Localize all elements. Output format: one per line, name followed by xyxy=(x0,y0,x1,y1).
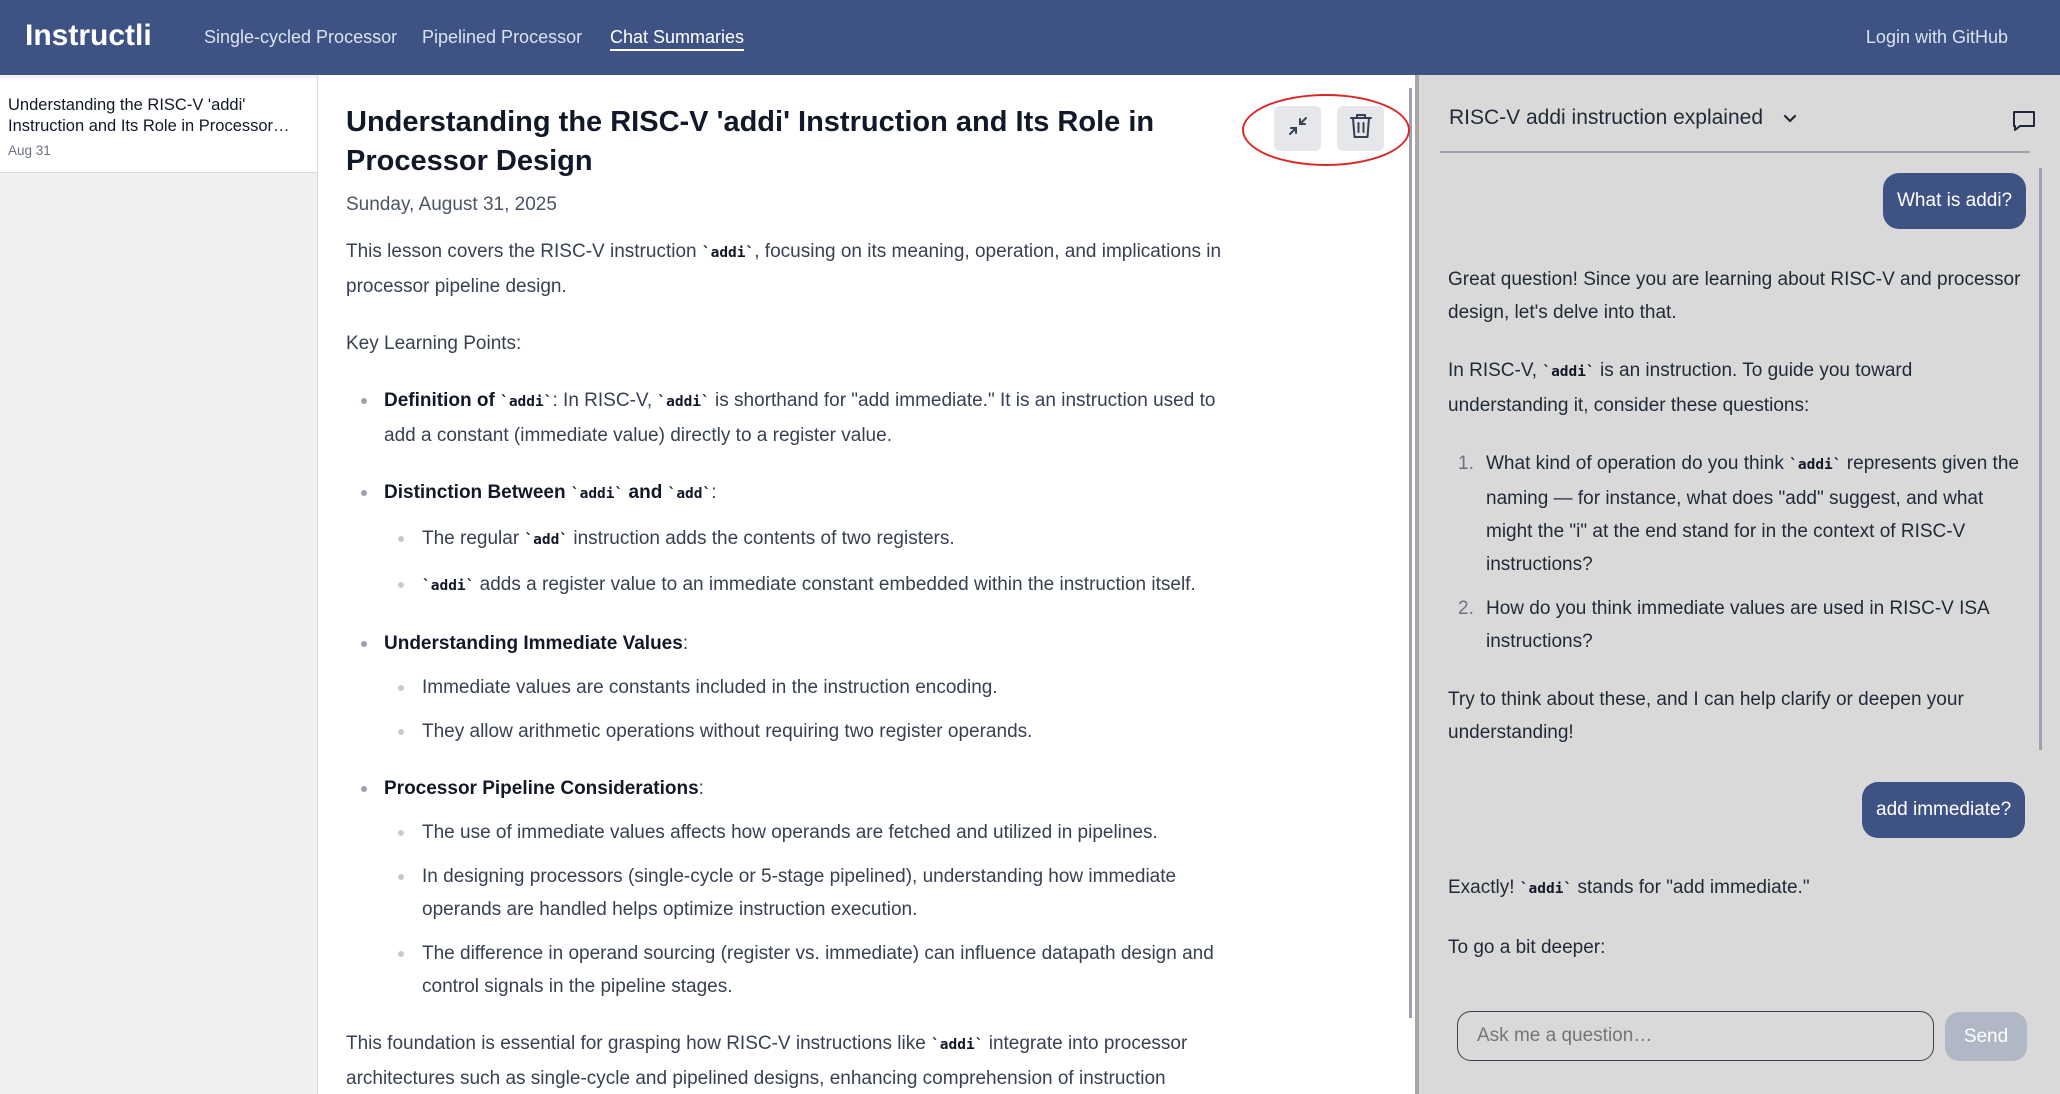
sidebar-summary-item[interactable]: Understanding the RISC-V 'addi' Instruct… xyxy=(0,78,317,173)
list-item: 1. What kind of operation do you think `a… xyxy=(1458,453,2019,575)
list-item: Definition of `addi`: In RISC-V, `addi` … xyxy=(346,384,1236,452)
assistant-message: Great question! Since you are learning a… xyxy=(1448,263,2033,774)
login-github-link[interactable]: Login with GitHub xyxy=(1866,27,2008,48)
list-item: In designing processors (single-cycle or… xyxy=(384,860,1236,926)
highlight-ring xyxy=(1242,94,1410,166)
list-item: The use of immediate values affects how … xyxy=(384,816,1236,849)
chat-title-dropdown[interactable]: RISC-V addi instruction explained xyxy=(1449,106,1763,130)
question-list: 1. What kind of operation do you think `a… xyxy=(1448,447,2033,658)
user-message: add immediate? xyxy=(1862,782,2026,838)
brand-logo[interactable]: Instructli xyxy=(25,19,152,53)
nav-pipelined-processor[interactable]: Pipelined Processor xyxy=(422,27,582,48)
list-item: Immediate values are constants included … xyxy=(384,671,1236,704)
chevron-down-icon[interactable] xyxy=(1782,112,1798,130)
list-item: Understanding Immediate Values: Immediat… xyxy=(346,627,1236,748)
summary-intro: This lesson covers the RISC-V instructio… xyxy=(346,241,1222,297)
summary-outro: This foundation is essential for graspin… xyxy=(346,1033,1188,1089)
list-item: `addi` adds a register value to an immed… xyxy=(384,568,1236,603)
collapse-icon xyxy=(1287,115,1309,142)
chat-header: RISC-V addi instruction explained xyxy=(1440,98,2035,153)
send-button[interactable]: Send xyxy=(1945,1012,2027,1061)
list-item: 2. How do you think immediate values are … xyxy=(1458,598,1989,652)
nav-single-cycled-processor[interactable]: Single-cycled Processor xyxy=(204,27,397,48)
collapse-button[interactable] xyxy=(1274,106,1321,151)
list-item: Processor Pipeline Considerations: The u… xyxy=(346,772,1236,1003)
summaries-sidebar: Understanding the RISC-V 'addi' Instruct… xyxy=(0,75,318,1094)
chat-input[interactable] xyxy=(1457,1011,1934,1061)
main-scrollbar[interactable] xyxy=(1409,88,1412,1018)
summary-date: Sunday, August 31, 2025 xyxy=(346,194,557,215)
key-points-label: Key Learning Points: xyxy=(346,333,522,354)
list-item: The difference in operand sourcing (regi… xyxy=(384,937,1236,1003)
summary-article: Understanding the RISC-V 'addi' Instruct… xyxy=(346,103,1236,1094)
list-item: They allow arithmetic operations without… xyxy=(384,715,1236,748)
sidebar-item-title: Understanding the RISC-V 'addi' Instruct… xyxy=(8,96,290,135)
nav-chat-summaries[interactable]: Chat Summaries xyxy=(610,27,744,48)
delete-button[interactable] xyxy=(1337,106,1384,151)
summary-title: Understanding the RISC-V 'addi' Instruct… xyxy=(346,106,1155,177)
user-message: What is addi? xyxy=(1883,173,2027,229)
top-navbar: Instructli Single-cycled Processor Pipel… xyxy=(0,0,2060,75)
list-item: The regular `add` instruction adds the c… xyxy=(384,522,1236,557)
assistant-message: Exactly! `addi` stands for "add immediat… xyxy=(1448,877,1810,958)
trash-icon xyxy=(1349,113,1373,144)
sidebar-item-date: Aug 31 xyxy=(8,143,51,158)
new-chat-icon[interactable] xyxy=(2011,108,2037,139)
key-points-list: Definition of `addi`: In RISC-V, `addi` … xyxy=(346,384,1236,1003)
summary-actions xyxy=(1242,94,1410,166)
list-item: Distinction Between `addi` and `add`: Th… xyxy=(346,476,1236,603)
chat-scrollbar[interactable] xyxy=(2039,168,2042,750)
